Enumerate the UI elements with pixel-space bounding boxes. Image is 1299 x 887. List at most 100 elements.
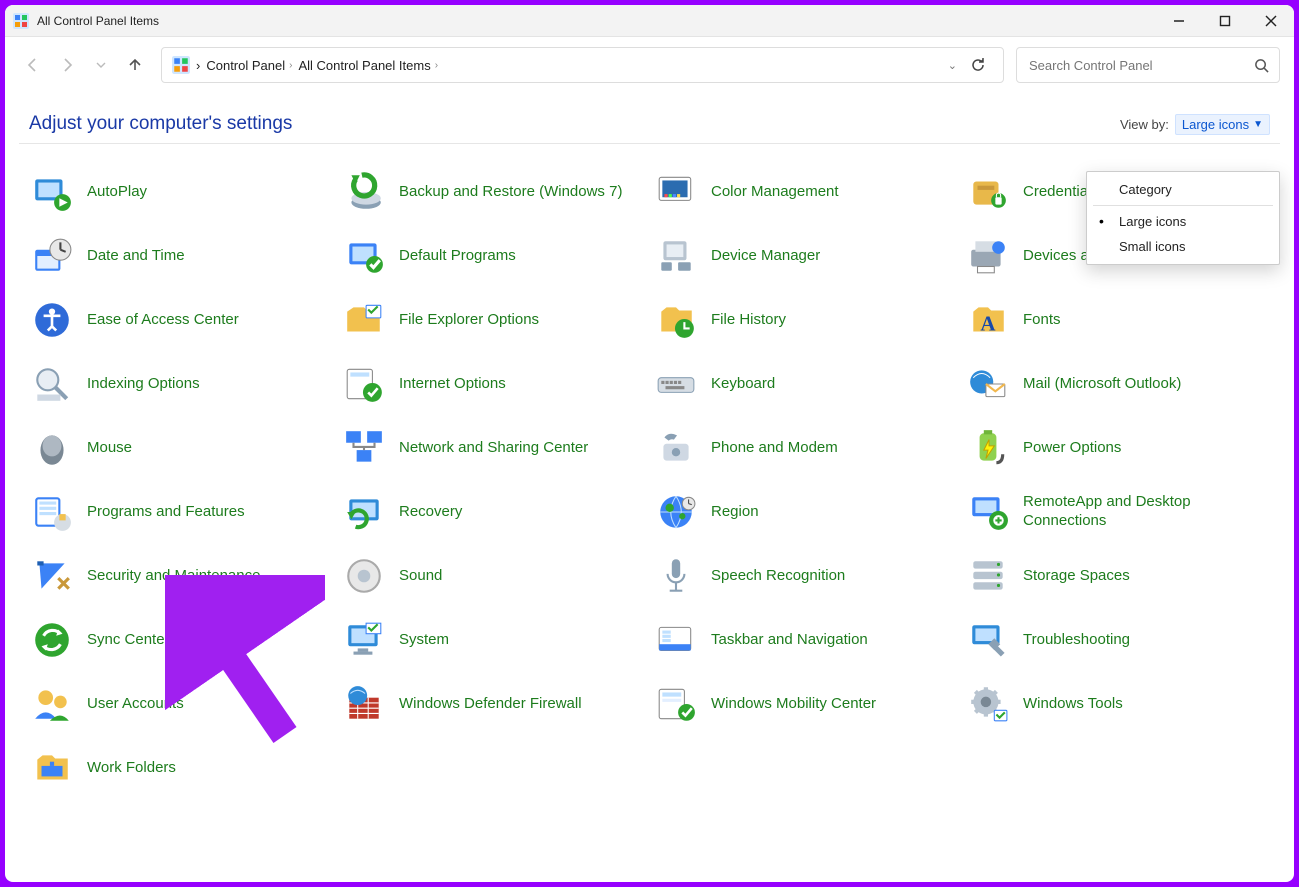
chevron-right-icon[interactable]: › bbox=[289, 60, 292, 71]
cp-item-label: Backup and Restore (Windows 7) bbox=[399, 183, 622, 202]
device-manager-icon bbox=[655, 235, 697, 277]
nav-row: › Control Panel › All Control Panel Item… bbox=[5, 37, 1294, 93]
cp-item-label: Power Options bbox=[1023, 439, 1121, 458]
svg-text:A: A bbox=[980, 312, 996, 336]
cp-item-label: Programs and Features bbox=[87, 503, 245, 522]
cp-item-sound[interactable]: Sound bbox=[341, 548, 651, 604]
view-by-select[interactable]: Large icons ▼ bbox=[1175, 114, 1270, 135]
up-button[interactable] bbox=[121, 49, 149, 81]
cp-item-troubleshooting[interactable]: Troubleshooting bbox=[965, 612, 1275, 668]
cp-item-label: Ease of Access Center bbox=[87, 311, 239, 330]
credential-mgr-icon bbox=[967, 171, 1009, 213]
work-folders-icon bbox=[31, 747, 73, 789]
indexing-opts-icon bbox=[31, 363, 73, 405]
address-icon bbox=[172, 56, 190, 74]
cp-item-defender-firewall[interactable]: Windows Defender Firewall bbox=[341, 676, 651, 732]
dropdown-item-large-icons[interactable]: Large icons bbox=[1087, 209, 1279, 234]
cp-item-speech-recognition[interactable]: Speech Recognition bbox=[653, 548, 963, 604]
forward-button[interactable] bbox=[53, 49, 81, 81]
cp-item-device-manager[interactable]: Device Manager bbox=[653, 228, 963, 284]
refresh-button[interactable] bbox=[963, 50, 993, 80]
maximize-button[interactable] bbox=[1202, 5, 1248, 37]
cp-item-power-options[interactable]: Power Options bbox=[965, 420, 1275, 476]
programs-features-icon bbox=[31, 491, 73, 533]
cp-item-network-sharing[interactable]: Network and Sharing Center bbox=[341, 420, 651, 476]
view-by-text: View by: bbox=[1120, 117, 1169, 132]
chevron-right-icon[interactable]: › bbox=[196, 58, 200, 73]
cp-item-label: Recovery bbox=[399, 503, 462, 522]
view-by-dropdown[interactable]: Category Large icons Small icons bbox=[1086, 171, 1280, 265]
cp-item-taskbar-nav[interactable]: Taskbar and Navigation bbox=[653, 612, 963, 668]
cp-item-color-mgmt[interactable]: Color Management bbox=[653, 164, 963, 220]
cp-item-backup-restore[interactable]: Backup and Restore (Windows 7) bbox=[341, 164, 651, 220]
search-box[interactable] bbox=[1016, 47, 1280, 83]
recent-locations-button[interactable] bbox=[87, 49, 115, 81]
search-input[interactable] bbox=[1027, 57, 1254, 74]
sync-center-icon bbox=[31, 619, 73, 661]
speech-recognition-icon bbox=[655, 555, 697, 597]
back-button[interactable] bbox=[19, 49, 47, 81]
mail-icon bbox=[967, 363, 1009, 405]
cp-item-label: Region bbox=[711, 503, 759, 522]
cp-item-indexing-opts[interactable]: Indexing Options bbox=[29, 356, 339, 412]
search-icon bbox=[1254, 58, 1269, 73]
cp-item-user-accounts[interactable]: User Accounts bbox=[29, 676, 339, 732]
address-history-chevron-icon[interactable]: ⌄ bbox=[948, 59, 957, 72]
cp-item-ease-of-access[interactable]: Ease of Access Center bbox=[29, 292, 339, 348]
windows-tools-icon bbox=[967, 683, 1009, 725]
cp-item-phone-modem[interactable]: Phone and Modem bbox=[653, 420, 963, 476]
cp-item-mouse[interactable]: Mouse bbox=[29, 420, 339, 476]
storage-spaces-icon bbox=[967, 555, 1009, 597]
cp-item-mobility-center[interactable]: Windows Mobility Center bbox=[653, 676, 963, 732]
view-by-selected: Large icons bbox=[1182, 117, 1249, 132]
defender-firewall-icon bbox=[343, 683, 385, 725]
chevron-right-icon[interactable]: › bbox=[435, 60, 438, 71]
user-accounts-icon bbox=[31, 683, 73, 725]
cp-item-keyboard[interactable]: Keyboard bbox=[653, 356, 963, 412]
chevron-down-icon: ▼ bbox=[1253, 119, 1263, 130]
items-grid: AutoPlay Backup and Restore (Windows 7) Co… bbox=[29, 164, 1270, 796]
internet-opts-icon bbox=[343, 363, 385, 405]
cp-item-remoteapp[interactable]: RemoteApp and Desktop Connections bbox=[965, 484, 1275, 540]
cp-item-windows-tools[interactable]: Windows Tools bbox=[965, 676, 1275, 732]
default-programs-icon bbox=[343, 235, 385, 277]
cp-item-sync-center[interactable]: Sync Center bbox=[29, 612, 339, 668]
dropdown-separator bbox=[1093, 205, 1273, 206]
minimize-button[interactable] bbox=[1156, 5, 1202, 37]
cp-item-file-history[interactable]: File History bbox=[653, 292, 963, 348]
cp-item-date-time[interactable]: Date and Time bbox=[29, 228, 339, 284]
cp-item-label: Device Manager bbox=[711, 247, 820, 266]
cp-item-fonts[interactable]: AFonts bbox=[965, 292, 1275, 348]
cp-item-mail[interactable]: Mail (Microsoft Outlook) bbox=[965, 356, 1275, 412]
cp-item-label: Windows Mobility Center bbox=[711, 695, 876, 714]
file-explorer-opts-icon bbox=[343, 299, 385, 341]
cp-item-internet-opts[interactable]: Internet Options bbox=[341, 356, 651, 412]
cp-item-work-folders[interactable]: Work Folders bbox=[29, 740, 339, 796]
cp-item-storage-spaces[interactable]: Storage Spaces bbox=[965, 548, 1275, 604]
cp-item-system[interactable]: System bbox=[341, 612, 651, 668]
region-icon bbox=[655, 491, 697, 533]
cp-item-region[interactable]: Region bbox=[653, 484, 963, 540]
cp-item-programs-features[interactable]: Programs and Features bbox=[29, 484, 339, 540]
dropdown-item-small-icons[interactable]: Small icons bbox=[1087, 234, 1279, 259]
cp-item-label: Sound bbox=[399, 567, 442, 586]
cp-item-label: Speech Recognition bbox=[711, 567, 845, 586]
cp-item-label: Date and Time bbox=[87, 247, 185, 266]
phone-modem-icon bbox=[655, 427, 697, 469]
cp-item-label: Windows Tools bbox=[1023, 695, 1123, 714]
cp-item-security-maintenance[interactable]: Security and Maintenance bbox=[29, 548, 339, 604]
dropdown-item-category[interactable]: Category bbox=[1087, 177, 1279, 202]
cp-item-label: RemoteApp and Desktop Connections bbox=[1023, 493, 1273, 531]
breadcrumb-current[interactable]: All Control Panel Items › bbox=[298, 58, 438, 73]
address-bar[interactable]: › Control Panel › All Control Panel Item… bbox=[161, 47, 1004, 83]
cp-item-default-programs[interactable]: Default Programs bbox=[341, 228, 651, 284]
close-button[interactable] bbox=[1248, 5, 1294, 37]
cp-item-label: Default Programs bbox=[399, 247, 516, 266]
mobility-center-icon bbox=[655, 683, 697, 725]
breadcrumb-root[interactable]: Control Panel › bbox=[206, 58, 292, 73]
cp-item-file-explorer-opts[interactable]: File Explorer Options bbox=[341, 292, 651, 348]
cp-item-autoplay[interactable]: AutoPlay bbox=[29, 164, 339, 220]
file-history-icon bbox=[655, 299, 697, 341]
backup-restore-icon bbox=[343, 171, 385, 213]
cp-item-recovery[interactable]: Recovery bbox=[341, 484, 651, 540]
